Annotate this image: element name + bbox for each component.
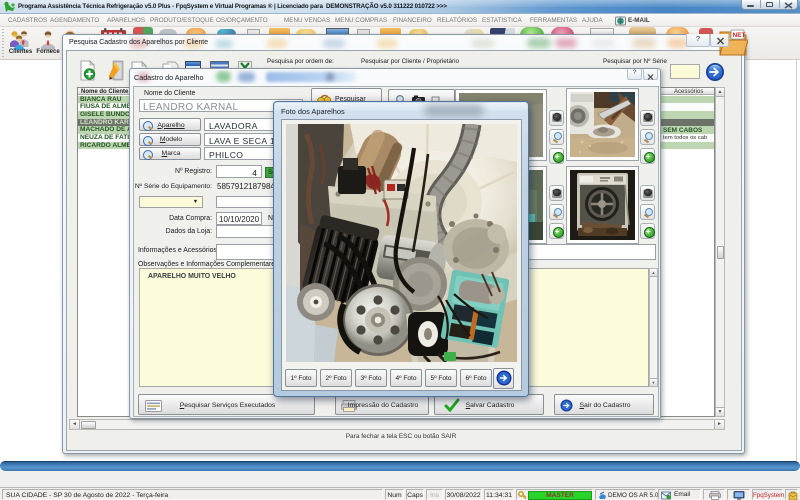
svg-text:NET: NET: [733, 32, 746, 39]
